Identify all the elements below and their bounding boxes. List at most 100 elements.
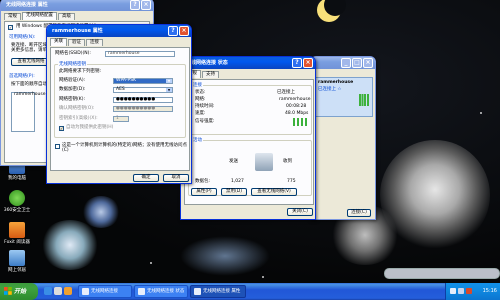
tab-association[interactable]: 关联: [50, 38, 67, 46]
disable-button[interactable]: 禁用(D): [221, 188, 247, 196]
network-label: 网络:: [195, 97, 206, 102]
confirm-key-label: 确认网络密钥(O):: [59, 106, 95, 111]
group-title: 连接: [192, 83, 203, 88]
help-button[interactable]: ?: [292, 58, 302, 68]
system-tray: 15:16: [445, 283, 500, 300]
window-titlebar[interactable]: rammerhouse 属性 ? ×: [47, 25, 191, 37]
close-dialog-button[interactable]: 关闭(C): [287, 208, 313, 216]
tab-strip: 常规 支持: [181, 69, 315, 78]
tab-panel: 连接 状态: 已连接上 网络: rammerhouse 持续时间: 00:08:…: [184, 79, 314, 205]
start-label: 开始: [14, 288, 27, 295]
auth-selected-value: WPA-PSK: [116, 78, 136, 83]
media-icon[interactable]: [64, 287, 72, 295]
status-label: 状态:: [195, 90, 206, 95]
taskbar-item[interactable]: 无线网络连接 状态: [134, 285, 188, 298]
tab-general[interactable]: 常规: [4, 13, 21, 20]
encryption-select[interactable]: AES ▼: [113, 87, 173, 93]
moon-image: [317, 0, 346, 22]
auto-key-checkbox[interactable]: ✓: [59, 126, 64, 131]
ok-button[interactable]: 确定: [133, 174, 159, 182]
desktop-icon-label: 360安全卫士: [3, 208, 31, 213]
sparkle: [262, 276, 264, 278]
wireless-networks-window[interactable]: _ □ × rammerhouse 已连接上 ☆ 连接(C): [310, 56, 376, 220]
wireless-status-window[interactable]: 无线网络连接 状态 ? × 常规 支持 连接 状态: 已连接上 网络: ramme…: [180, 56, 316, 220]
volume-icon[interactable]: [458, 288, 464, 294]
preferred-networks-label: 首选网络(P):: [9, 74, 35, 79]
confirm-key-input[interactable]: ●●●●●●●●●●: [113, 106, 173, 112]
tab-authentication[interactable]: 验证: [68, 39, 85, 46]
network-status: 已连接上 ☆: [318, 87, 342, 92]
tab-advanced[interactable]: 高级: [58, 13, 75, 20]
close-button[interactable]: ×: [363, 58, 373, 68]
clock[interactable]: 15:16: [483, 283, 497, 300]
tab-wireless-config[interactable]: 无线网络配置: [22, 12, 57, 20]
auth-label: 网络验证(A):: [59, 78, 86, 83]
network-ssid: rammerhouse: [318, 80, 354, 85]
key-index-stepper[interactable]: 1: [113, 116, 129, 122]
window-titlebar[interactable]: 无线网络连接 状态 ? ×: [181, 57, 315, 69]
tab-support[interactable]: 支持: [202, 71, 219, 78]
auth-select[interactable]: WPA-PSK ▼: [113, 78, 173, 84]
close-button[interactable]: ×: [141, 0, 151, 10]
properties-button[interactable]: 属性(P): [191, 188, 217, 196]
group-title: 无线网络密钥: [58, 62, 87, 67]
windows-config-checkbox[interactable]: ✓: [8, 25, 13, 30]
signal-label: 信号强度:: [195, 119, 215, 124]
floating-toolbar[interactable]: [384, 268, 500, 279]
glow: [40, 220, 100, 270]
desktop-icon[interactable]: 360安全卫士: [0, 190, 34, 213]
butterfly-image: [82, 196, 120, 228]
pdf-icon: [9, 222, 25, 238]
chevron-down-icon[interactable]: ▼: [166, 79, 172, 83]
desktop-icon[interactable]: [54, 287, 62, 295]
tab-connection[interactable]: 连接: [86, 39, 103, 46]
maximize-button[interactable]: □: [352, 58, 362, 68]
sparkle: [150, 262, 152, 264]
window-title: 无线网络连接 属性: [6, 2, 48, 8]
network-properties-dialog[interactable]: rammerhouse 属性 ? × 关联 验证 连接 网络名(SSID)(N):…: [46, 24, 192, 184]
adhoc-checkbox[interactable]: [55, 144, 60, 149]
taskbar-item[interactable]: 无线网络连接 属性: [190, 285, 246, 298]
help-button[interactable]: ?: [168, 26, 178, 36]
network-icon: [194, 288, 201, 295]
minimize-button[interactable]: _: [341, 58, 351, 68]
network-list-item[interactable]: rammerhouse 已连接上 ☆: [315, 77, 373, 117]
preferred-network-list[interactable]: rammerhouse (自动): [11, 92, 59, 132]
key-index-label: 密钥索引(高级)(X):: [59, 116, 98, 121]
desktop: 我的电脑 360安全卫士 Foxit 阅读器 网上邻居 腾讯QQ 下载 无线网络…: [0, 0, 500, 283]
status-value: 已连接上: [277, 90, 295, 95]
desktop-icon[interactable]: 网上邻居: [0, 250, 34, 273]
taskbar-item[interactable]: 无线网络连接: [78, 285, 132, 298]
view-wireless-networks-button[interactable]: 查看无线网络(V): [251, 188, 297, 196]
computer-activity-icon: [255, 153, 273, 171]
browser-icon[interactable]: [44, 287, 52, 295]
encryption-selected-value: AES: [116, 87, 125, 92]
window-titlebar[interactable]: 无线网络连接 属性 ? ×: [1, 0, 153, 11]
ssid-input[interactable]: rammerhouse: [105, 51, 175, 57]
close-button[interactable]: ×: [303, 58, 313, 68]
glow: [180, 236, 270, 276]
window-titlebar[interactable]: _ □ ×: [311, 57, 375, 69]
adhoc-label: 这是一个计算机到计算机的(特定的)网络；没有使用无线访问点(C): [62, 143, 188, 153]
taskbar: 开始 无线网络连接 无线网络连接 状态 无线网络连接 属性 15:16: [0, 283, 500, 300]
desktop-icon[interactable]: Foxit 阅读器: [0, 222, 34, 245]
group-title: 活动: [192, 138, 203, 143]
wireless-tray-icon[interactable]: [450, 288, 456, 294]
network-key-label: 网络密钥(K):: [59, 97, 85, 102]
encryption-label: 数据加密(D):: [59, 87, 86, 92]
tab-strip: 关联 验证 连接: [47, 37, 191, 46]
help-button[interactable]: ?: [130, 0, 140, 10]
start-button[interactable]: 开始: [0, 283, 38, 300]
cancel-button[interactable]: 取消: [163, 174, 189, 182]
chevron-down-icon[interactable]: ▼: [166, 88, 172, 92]
network-icon: [138, 288, 145, 295]
auto-key-label: 自动为我提供此密钥(H): [66, 125, 114, 130]
connect-button[interactable]: 连接(C): [347, 209, 371, 217]
close-button[interactable]: ×: [179, 26, 189, 36]
network-key-input[interactable]: ●●●●●●●●●●: [113, 97, 173, 103]
security-icon[interactable]: [466, 288, 472, 294]
view-networks-button[interactable]: 查看无线网络: [11, 58, 51, 66]
key-required-desc: 此网络要求下列密钥:: [59, 69, 102, 74]
network-icon: [82, 288, 89, 295]
sparkle: [480, 112, 482, 114]
